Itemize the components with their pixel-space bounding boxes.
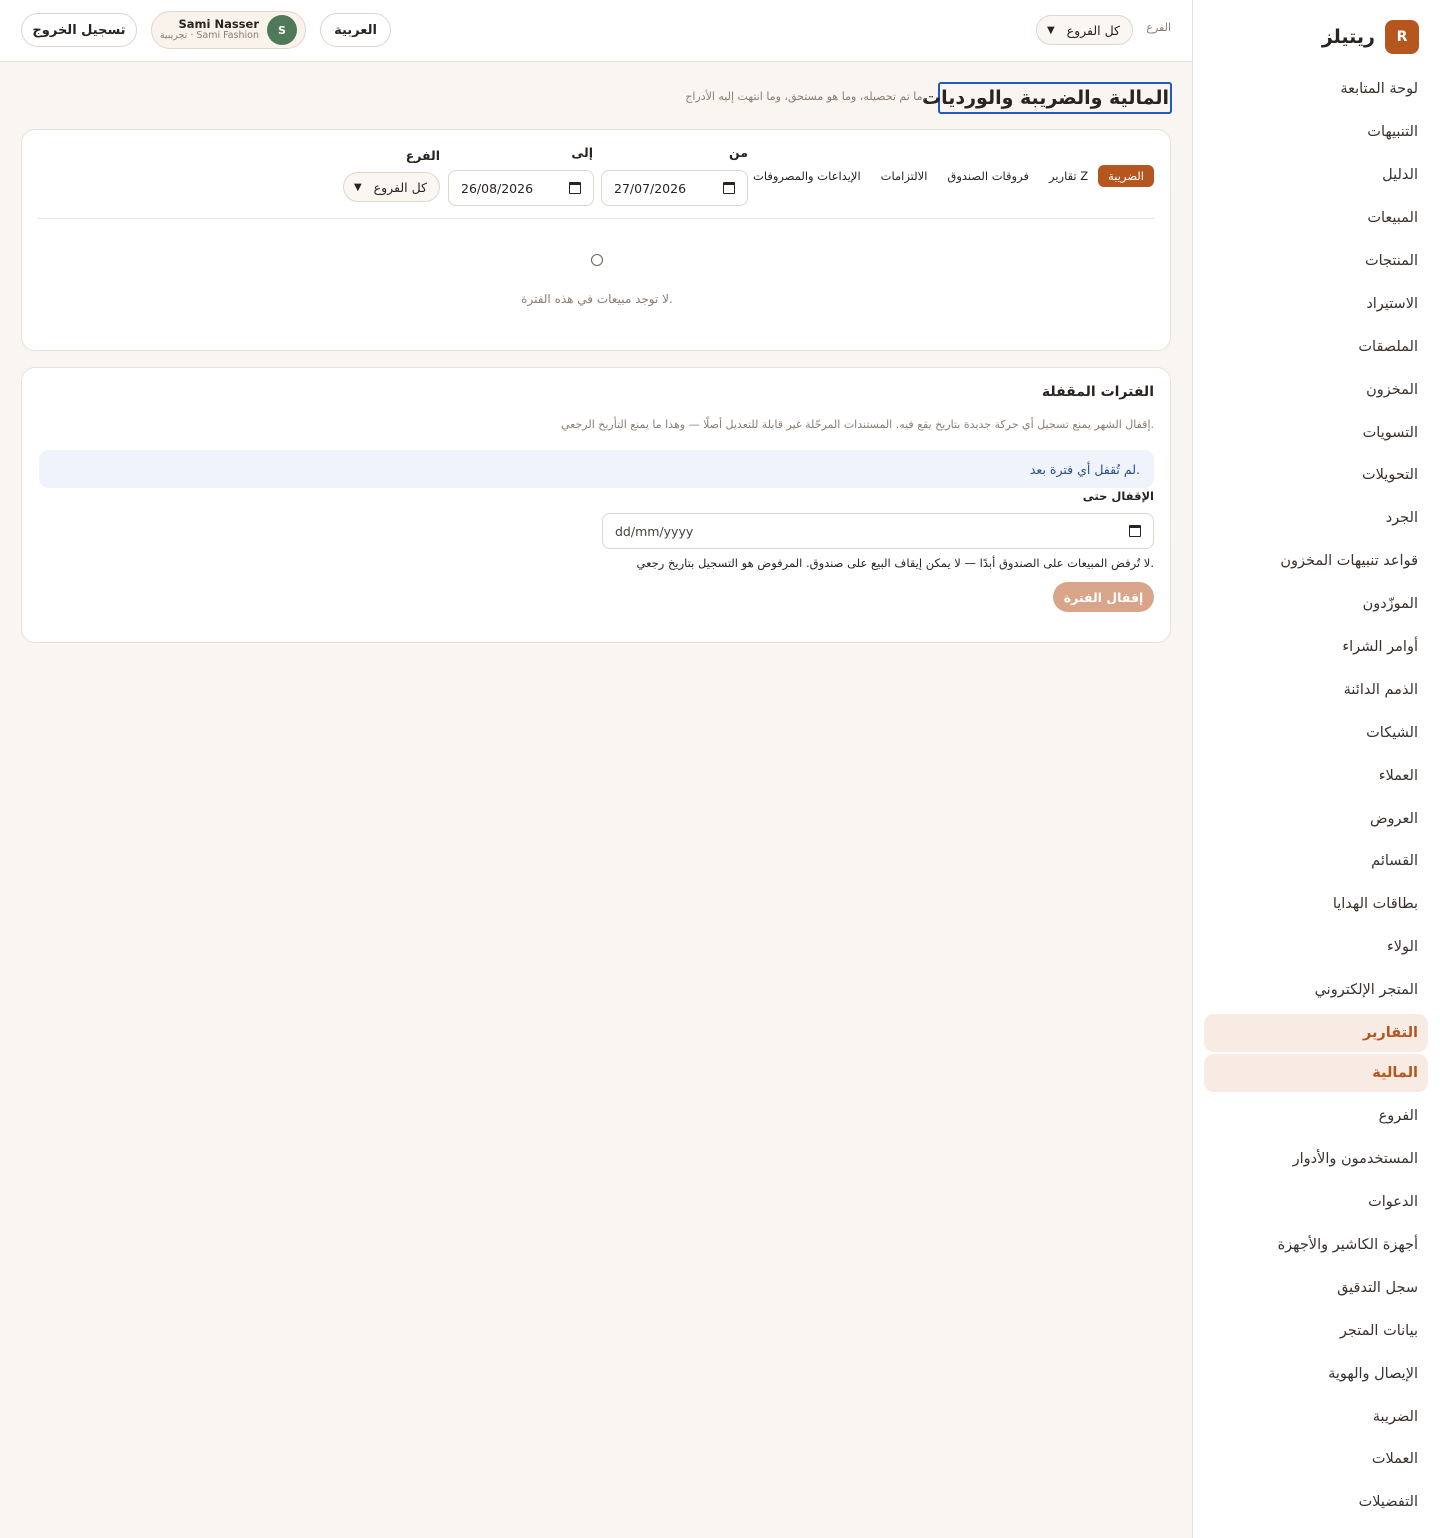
report-tab[interactable]: الإيداعات والمصروفات [743, 165, 871, 187]
user-info: Sami Nasser تجريبية · Sami Fashion [159, 17, 259, 42]
locked-periods-title: الفترات المقفلة [1041, 384, 1154, 400]
sidebar-item[interactable]: العملات [1204, 1438, 1428, 1481]
user-chip[interactable]: S Sami Nasser تجريبية · Sami Fashion [151, 11, 306, 49]
report-tab[interactable]: الالتزامات [871, 165, 938, 187]
sidebar-item[interactable]: الولاء [1204, 926, 1428, 969]
calendar-icon[interactable] [569, 182, 581, 194]
report-card: الضريبة تقارير Z فروقات الصندوق الالتزامات ا… [21, 129, 1171, 351]
sidebar-item[interactable]: المبيعات [1204, 197, 1428, 240]
brand-name: ريتيلز [1321, 26, 1375, 48]
from-date-value: 27/07/2026 [614, 180, 687, 196]
sidebar-item[interactable]: التسويات [1204, 411, 1428, 454]
sidebar: R ريتيلز لوحة المتابعة التنبيهات الدليل الم… [1192, 0, 1440, 1538]
sidebar-item[interactable]: سجل التدقيق [1204, 1266, 1428, 1309]
to-date-input[interactable]: 26/08/2026 [448, 170, 594, 206]
sidebar-item[interactable]: المتجر الإلكتروني [1204, 969, 1428, 1012]
branch-label: الفرع [1146, 21, 1171, 34]
sidebar-item[interactable]: التحويلات [1204, 454, 1428, 497]
sidebar-item[interactable]: الضريبة [1204, 1395, 1428, 1438]
to-label: إلى [571, 145, 593, 160]
sidebar-nav: لوحة المتابعة التنبيهات الدليل المبيعات المن… [1204, 68, 1428, 1524]
user-subtitle: تجريبية · Sami Fashion [159, 30, 259, 42]
report-tab[interactable]: الضريبة [1098, 165, 1154, 187]
page-title: المالية والضريبة والورديات [922, 87, 1169, 109]
sidebar-item[interactable]: المخزون [1204, 368, 1428, 411]
sidebar-item[interactable]: المنتجات [1204, 240, 1428, 283]
page-title-frame: المالية والضريبة والورديات [922, 82, 1172, 114]
lock-period-button[interactable]: إقفال الفترة [1053, 582, 1154, 612]
sidebar-item[interactable]: المالية [1204, 1054, 1428, 1093]
locked-periods-card: الفترات المقفلة إقفال الشهر يمنع تسجيل أ… [21, 367, 1171, 643]
sidebar-item[interactable]: لوحة المتابعة [1204, 68, 1428, 111]
lock-until-date-input[interactable]: dd/mm/yyyy [602, 513, 1154, 549]
sidebar-item[interactable]: الذمم الدائنة [1204, 668, 1428, 711]
report-branch-select[interactable]: ▼ كل الفروع [343, 172, 440, 202]
sidebar-item[interactable]: الملصقات [1204, 325, 1428, 368]
sidebar-item[interactable]: الفروع [1204, 1095, 1428, 1138]
page-subtitle: ما تم تحصيله، وما هو مستحق، وما انتهت إل… [685, 90, 926, 103]
to-date-value: 26/08/2026 [461, 180, 534, 196]
report-tab[interactable]: تقارير Z [1039, 165, 1098, 187]
locked-periods-description: إقفال الشهر يمنع تسجيل أي حركة جديدة بتا… [561, 418, 1154, 431]
empty-state-icon [591, 254, 603, 266]
lock-until-label: الإقفال حتى [1082, 489, 1154, 503]
sidebar-item[interactable]: المستخدمون والأدوار [1204, 1138, 1428, 1181]
sidebar-item[interactable]: أجهزة الكاشير والأجهزة [1204, 1224, 1428, 1267]
sidebar-item[interactable]: العملاء [1204, 754, 1428, 797]
sidebar-item[interactable]: بطاقات الهدايا [1204, 883, 1428, 926]
report-tabs: الضريبة تقارير Z فروقات الصندوق الالتزامات ا… [743, 165, 1154, 187]
sidebar-item[interactable]: الإيصال والهوية [1204, 1352, 1428, 1395]
top-header: تسجيل الخروج S Sami Nasser تجريبية · Sam… [0, 0, 1192, 62]
sidebar-item[interactable]: بيانات المتجر [1204, 1309, 1428, 1352]
sidebar-item[interactable]: الدليل [1204, 154, 1428, 197]
sidebar-item[interactable]: الاستيراد [1204, 282, 1428, 325]
sidebar-item[interactable]: القسائم [1204, 840, 1428, 883]
sidebar-item[interactable]: التقارير [1204, 1014, 1428, 1053]
sidebar-item[interactable]: الموزّدون [1204, 583, 1428, 626]
sidebar-item[interactable]: قواعد تنبيهات المخزون [1204, 540, 1428, 583]
no-locked-periods-banner: لم تُقفل أي فترة بعد. [39, 450, 1154, 488]
lock-hint: لا تُرفض المبيعات على الصندوق أبدًا — لا… [636, 556, 1154, 570]
report-tab[interactable]: فروقات الصندوق [937, 165, 1039, 187]
empty-state-text: لا توجد مبيعات في هذه الفترة. [521, 292, 673, 306]
branch-select-value: كل الفروع [1066, 22, 1120, 38]
sidebar-item[interactable]: التفضيلات [1204, 1481, 1428, 1524]
chevron-down-icon: ▼ [1047, 24, 1055, 36]
divider [38, 218, 1154, 219]
report-branch-value: كل الفروع [373, 179, 427, 195]
report-branch-label: الفرع [405, 148, 440, 163]
calendar-icon[interactable] [723, 182, 735, 194]
from-label: من [729, 145, 748, 160]
sidebar-item[interactable]: التنبيهات [1204, 111, 1428, 154]
logout-button[interactable]: تسجيل الخروج [21, 13, 137, 47]
lock-until-placeholder: dd/mm/yyyy [615, 523, 694, 539]
from-date-input[interactable]: 27/07/2026 [601, 170, 748, 206]
calendar-icon[interactable] [1129, 525, 1141, 537]
sidebar-item[interactable]: العروض [1204, 797, 1428, 840]
brand-logo-icon: R [1385, 20, 1419, 54]
sidebar-item[interactable]: أوامر الشراء [1204, 626, 1428, 669]
brand[interactable]: R ريتيلز [1322, 20, 1419, 54]
sidebar-item[interactable]: الجرد [1204, 497, 1428, 540]
avatar: S [267, 15, 297, 45]
chevron-down-icon: ▼ [354, 181, 362, 193]
sidebar-item[interactable]: الشيكات [1204, 711, 1428, 754]
sidebar-item[interactable]: الدعوات [1204, 1181, 1428, 1224]
language-button[interactable]: العربية [320, 13, 391, 47]
branch-select[interactable]: ▼ كل الفروع [1036, 15, 1133, 45]
